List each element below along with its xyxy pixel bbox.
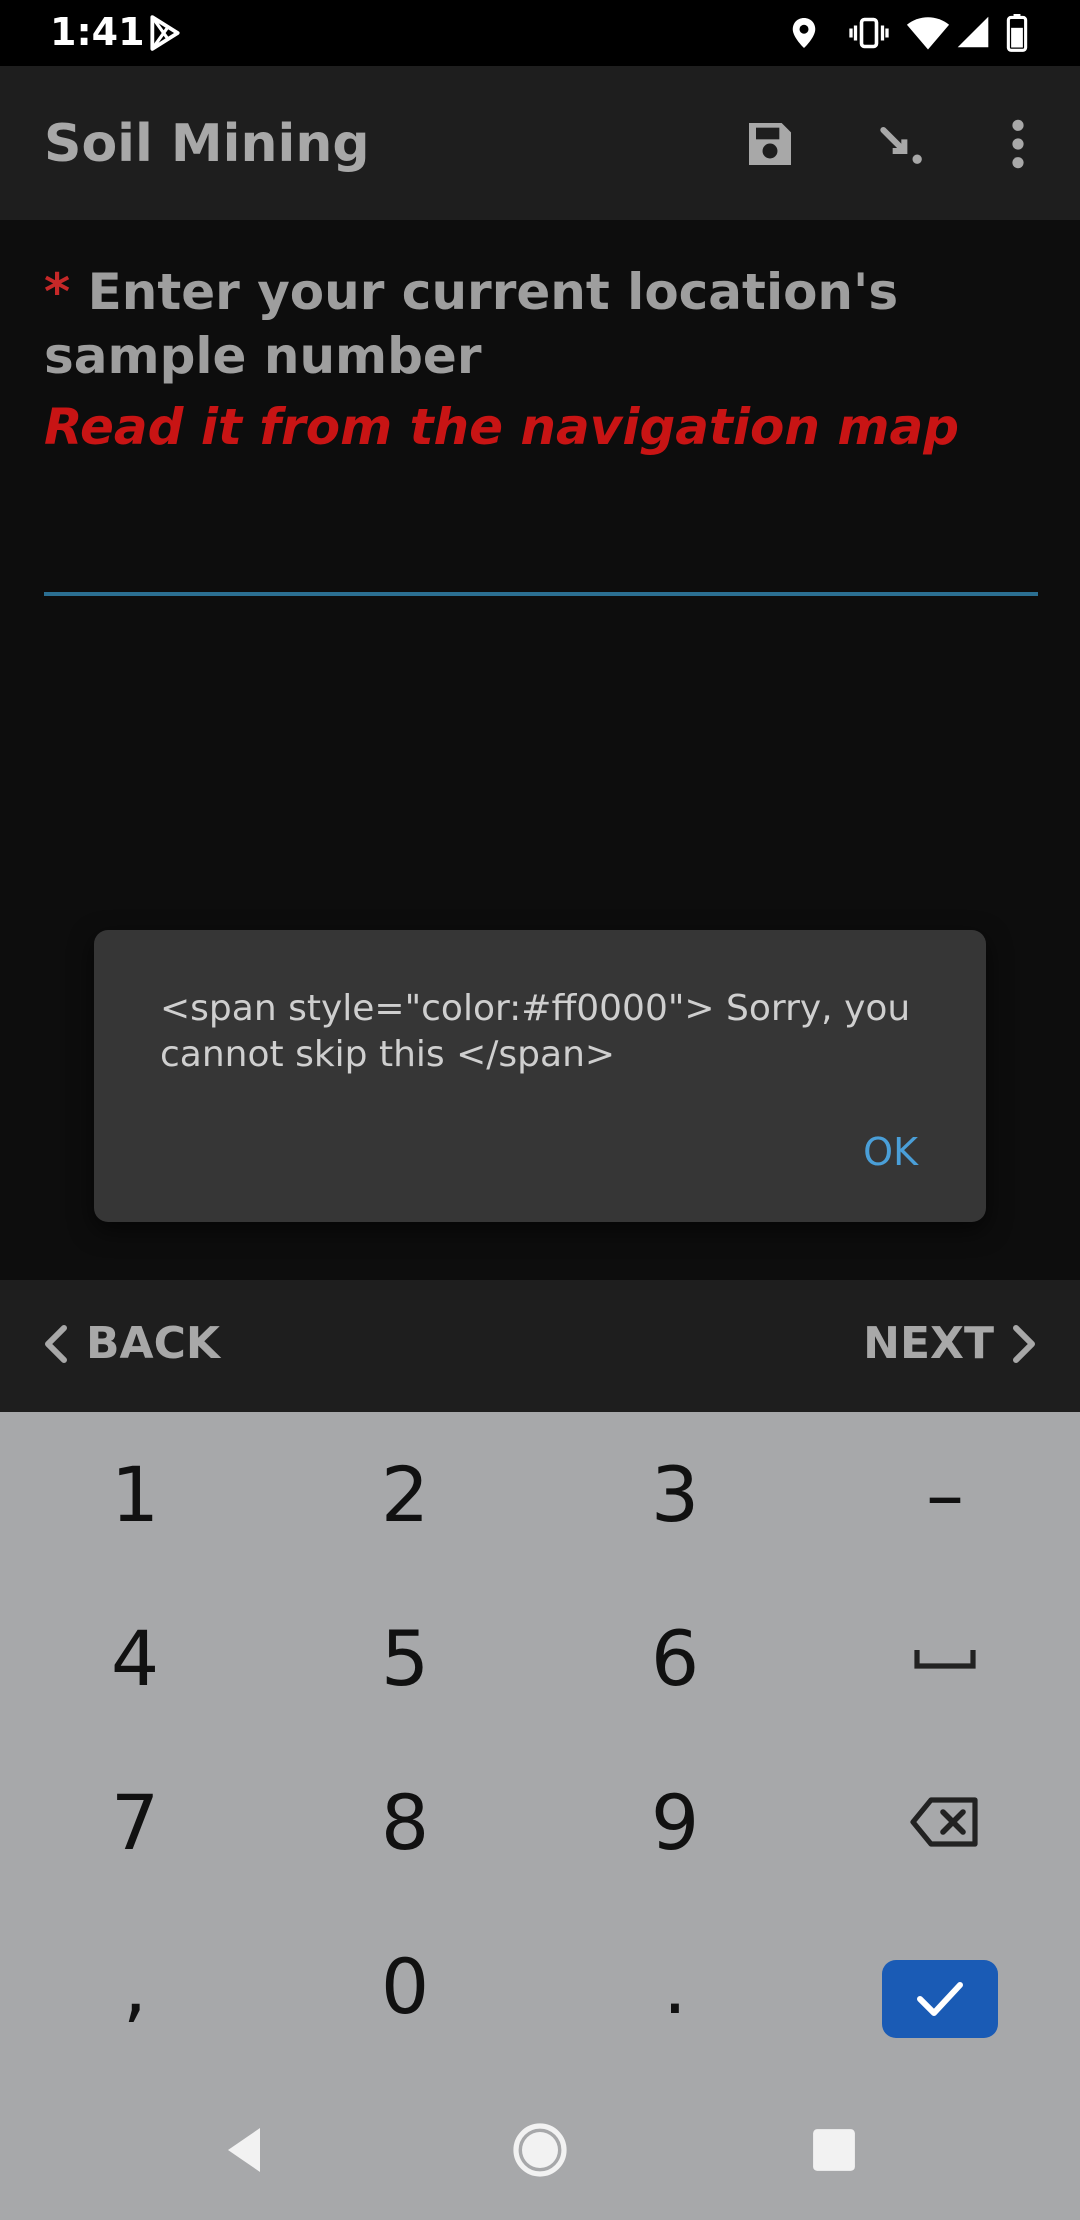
key-1[interactable]: 1 — [0, 1412, 270, 1576]
key-8[interactable]: 8 — [270, 1740, 540, 1904]
vibrate-icon — [848, 14, 890, 57]
required-marker: * — [44, 263, 71, 321]
enter-key[interactable] — [882, 1960, 998, 2038]
play-store-icon — [146, 14, 184, 57]
next-label: NEXT — [863, 1318, 994, 1369]
cell-signal-icon — [956, 14, 990, 55]
key-0[interactable]: 0 — [270, 1904, 540, 2068]
question-text: Enter your current location's sample num… — [44, 263, 899, 385]
key-4[interactable]: 4 — [0, 1576, 270, 1740]
app-title: Soil Mining — [44, 114, 370, 174]
back-label: BACK — [86, 1318, 220, 1369]
system-recents-button[interactable] — [794, 2110, 874, 2190]
jump-icon — [874, 116, 930, 177]
system-home-button[interactable] — [500, 2110, 580, 2190]
key-6[interactable]: 6 — [540, 1576, 810, 1740]
location-icon — [786, 14, 822, 57]
key-backspace[interactable] — [810, 1740, 1080, 1904]
wifi-icon — [906, 14, 950, 57]
overflow-menu-button[interactable] — [978, 106, 1058, 186]
key-space[interactable] — [810, 1576, 1080, 1740]
chevron-left-icon — [44, 1324, 68, 1364]
next-button[interactable]: NEXT — [863, 1318, 1036, 1369]
system-back-button[interactable] — [204, 2110, 284, 2190]
dialog-message: <span style="color:#ff0000"> Sorry, you … — [160, 988, 911, 1075]
overflow-menu-icon — [1008, 116, 1028, 177]
numeric-keyboard: 1 2 3 – 4 5 6 7 8 9 , 0 . — [0, 1412, 1080, 2220]
save-icon — [742, 116, 798, 177]
system-home-icon — [512, 2122, 568, 2178]
status-time: 1:41 — [50, 10, 145, 54]
app-toolbar: Soil Mining — [0, 66, 1080, 220]
status-bar: 1:41 — [0, 0, 1080, 66]
system-back-icon — [220, 2124, 268, 2176]
key-3[interactable]: 3 — [540, 1412, 810, 1576]
key-2[interactable]: 2 — [270, 1412, 540, 1576]
dialog-ok-button[interactable]: OK — [863, 1130, 918, 1174]
key-minus[interactable]: – — [810, 1412, 1080, 1576]
form-navigation: BACK NEXT — [0, 1280, 1080, 1412]
chevron-right-icon — [1012, 1324, 1036, 1364]
key-5[interactable]: 5 — [270, 1576, 540, 1740]
alert-dialog: <span style="color:#ff0000"> Sorry, you … — [94, 930, 986, 1222]
system-navigation-bar — [0, 2080, 1080, 2220]
sample-number-input[interactable] — [44, 520, 1038, 596]
save-button[interactable] — [730, 106, 810, 186]
back-button[interactable]: BACK — [44, 1318, 220, 1369]
space-key-icon — [913, 1646, 977, 1670]
backspace-icon — [909, 1794, 981, 1850]
jump-button[interactable] — [862, 106, 942, 186]
key-7[interactable]: 7 — [0, 1740, 270, 1904]
system-recents-icon — [811, 2127, 857, 2173]
enter-check-icon — [914, 1979, 966, 2019]
battery-icon — [1006, 14, 1028, 57]
question-label: * Enter your current location's sample n… — [44, 260, 1034, 388]
key-period[interactable]: . — [540, 1904, 810, 2068]
key-comma[interactable]: , — [0, 1904, 270, 2068]
question-hint: Read it from the navigation map — [44, 398, 960, 456]
key-9[interactable]: 9 — [540, 1740, 810, 1904]
